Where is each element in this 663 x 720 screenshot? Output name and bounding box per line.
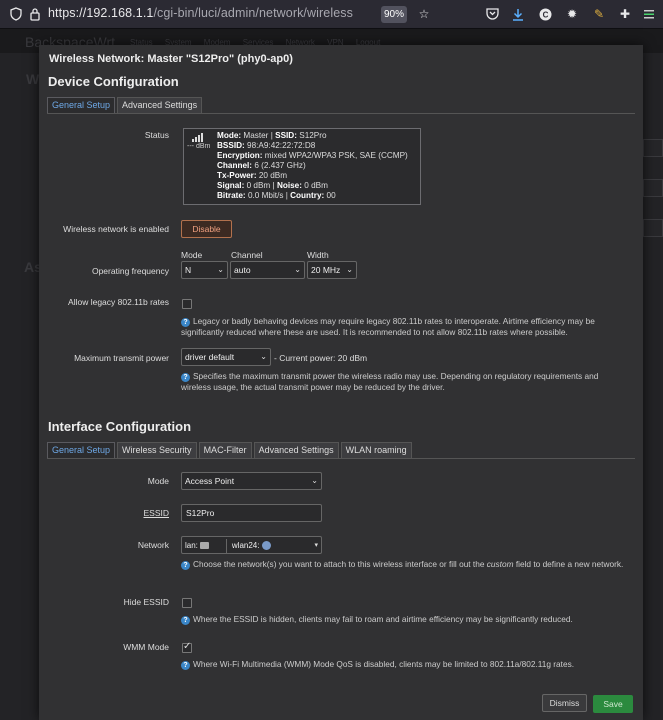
interface-tabs-divider (47, 458, 635, 459)
bg-ghost-heading: W (26, 71, 40, 87)
network-help: ? Choose the network(s) you want to attac… (181, 559, 626, 570)
tab-iface-wireless-security[interactable]: Wireless Security (117, 442, 197, 458)
wifi-icon (261, 541, 271, 551)
tx-power-current: - Current power: 20 dBm (274, 353, 368, 363)
tab-iface-mac-filter[interactable]: MAC-Filter (198, 442, 252, 458)
network-select[interactable]: lan: wlan24: ▾ (181, 536, 322, 554)
help-icon: ? (181, 661, 190, 670)
network-chip-wlan24: wlan24: (232, 538, 271, 554)
chevron-down-icon: ▾ (314, 542, 318, 549)
freq-mode-label: Mode (181, 250, 203, 260)
chevron-down-icon: ⌄ (294, 265, 301, 274)
iface-mode-label: Mode (147, 476, 169, 486)
browser-toolbar: https://192.168.1.1/cgi-bin/luci/admin/n… (0, 0, 663, 29)
zoom-level-badge[interactable]: 90% (381, 6, 407, 23)
legacy-rates-label: Allow legacy 802.11b rates (68, 297, 169, 307)
help-icon: ? (181, 318, 190, 327)
wmm-mode-checkbox[interactable]: ✓ (182, 641, 192, 653)
iface-mode-select[interactable]: Access Point ⌄ (181, 472, 322, 490)
device-tabs: General Setup Advanced Settings (47, 97, 204, 113)
status-details: Mode: Master | SSID: S12Pro BSSID: 98:A9… (217, 131, 408, 200)
svg-text:C: C (542, 10, 548, 19)
chevron-down-icon: ⌄ (260, 352, 267, 361)
signal-dbm: --- dBm (187, 143, 211, 150)
checkmark-icon: ✓ (183, 641, 192, 652)
legacy-rates-checkbox[interactable] (182, 299, 192, 309)
device-configuration-heading: Device Configuration (48, 74, 179, 89)
operating-frequency-label: Operating frequency (91, 266, 169, 276)
bg-ghost-field-3 (643, 219, 663, 237)
help-icon: ? (181, 561, 190, 570)
tx-power-select[interactable]: driver default ⌄ (181, 348, 271, 366)
hide-essid-label: Hide ESSID (123, 597, 169, 607)
menu-icon[interactable] (641, 6, 657, 22)
url-bar[interactable]: https://192.168.1.1/cgi-bin/luci/admin/n… (48, 6, 353, 20)
essid-input[interactable]: S12Pro (181, 504, 322, 522)
interface-tabs: General Setup Wireless Security MAC-Filt… (47, 442, 414, 458)
hide-essid-checkbox[interactable] (182, 598, 192, 608)
feather-extension-icon[interactable]: ✎ (591, 6, 607, 22)
tab-iface-general-setup[interactable]: General Setup (47, 442, 116, 458)
freq-mode-select[interactable]: N ⌄ (181, 261, 228, 279)
tab-device-general-setup[interactable]: General Setup (47, 97, 116, 113)
essid-label: ESSID (143, 508, 169, 518)
chip-divider (225, 538, 227, 553)
network-chip-lan: lan: (185, 538, 210, 554)
url-path: /cgi-bin/luci/admin/network/wireless (153, 6, 353, 20)
freq-width-label: Width (307, 250, 329, 260)
download-icon[interactable] (510, 6, 526, 22)
wireless-enabled-label: Wireless network is enabled (63, 224, 169, 234)
hide-essid-help: ? Where the ESSID is hidden, clients may … (181, 614, 626, 625)
freq-channel-label: Channel (231, 250, 263, 260)
lock-icon[interactable] (27, 6, 43, 22)
gear-extension-icon[interactable]: ✹ (564, 6, 580, 22)
pocket-icon[interactable] (484, 6, 500, 22)
bookmark-star-icon[interactable]: ☆ (416, 6, 432, 22)
chevron-down-icon: ⌄ (346, 265, 353, 274)
ethernet-icon (200, 542, 210, 550)
bg-ghost-field (643, 139, 663, 157)
wmm-mode-help: ? Where Wi-Fi Multimedia (WMM) Mode QoS i… (181, 659, 626, 670)
help-icon: ? (181, 616, 190, 625)
wmm-mode-label: WMM Mode (123, 642, 169, 652)
freq-channel-select[interactable]: auto ⌄ (230, 261, 305, 279)
network-label: Network (137, 540, 169, 550)
wireless-network-modal: Wireless Network: Master "S12Pro" (phy0-… (39, 45, 643, 720)
help-icon: ? (181, 373, 190, 382)
tx-power-help: ? Specifies the maximum transmit power th… (181, 371, 599, 392)
extension-c-icon[interactable]: C (537, 6, 553, 22)
url-host: https://192.168.1.1 (48, 6, 154, 20)
freq-width-select[interactable]: 20 MHz ⌄ (307, 261, 357, 279)
device-tabs-divider (47, 113, 635, 114)
tab-iface-wlan-roaming[interactable]: WLAN roaming (340, 442, 412, 458)
chevron-down-icon: ⌄ (311, 476, 318, 485)
tx-power-label: Maximum transmit power (74, 353, 169, 363)
legacy-rates-help: ? Legacy or badly behaving devices may re… (181, 316, 595, 337)
status-box: --- dBm Mode: Master | SSID: S12Pro BSSI… (183, 128, 421, 205)
status-label: Status (144, 130, 169, 140)
interface-configuration-heading: Interface Configuration (48, 419, 192, 434)
dismiss-button[interactable]: Dismiss (542, 694, 587, 712)
tab-iface-advanced-settings[interactable]: Advanced Settings (253, 442, 339, 458)
tab-device-advanced-settings[interactable]: Advanced Settings (117, 97, 203, 113)
disable-button[interactable]: Disable (181, 220, 232, 238)
puzzle-extension-icon[interactable]: ✚ (617, 6, 633, 22)
shield-icon[interactable] (8, 6, 24, 22)
modal-title: Wireless Network: Master "S12Pro" (phy0-… (49, 53, 293, 65)
chevron-down-icon: ⌄ (217, 265, 224, 274)
bg-ghost-field-2 (643, 179, 663, 197)
save-button[interactable]: Save (593, 695, 633, 713)
